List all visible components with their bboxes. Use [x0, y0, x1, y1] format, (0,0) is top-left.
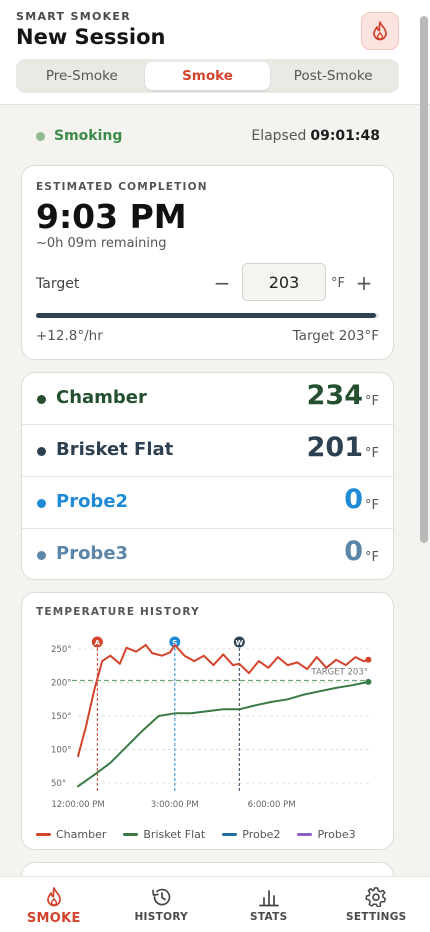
flame-icon [46, 887, 61, 907]
session-status: Smoking Elapsed 09:01:48 [36, 126, 380, 146]
series-end-point [365, 656, 372, 663]
flame-button[interactable] [361, 12, 399, 50]
probe-readings-card: Chamber 234 °F Brisket Flat 201 °F Probe… [21, 372, 394, 580]
target-temp-input[interactable] [242, 263, 326, 301]
tabbar-label: HISTORY [134, 911, 189, 923]
estimate-label: ESTIMATED COMPLETION [36, 181, 208, 193]
tab-post-smoke[interactable]: Post-Smoke [270, 62, 396, 90]
probe-row-probe3[interactable]: Probe3 0 °F [22, 529, 393, 581]
event-marker-label: A [95, 639, 101, 647]
legend-label: Probe2 [242, 828, 281, 841]
phase-tabs: Pre-Smoke Smoke Post-Smoke [16, 59, 399, 93]
temperature-history-chart[interactable]: 50° 100° 150° 200° 250° 12:00:00 PM 3:00:00 PM… [22, 625, 393, 821]
status-text: Smoking [54, 128, 123, 144]
probe-name: Probe2 [56, 491, 129, 512]
legend-label: Chamber [56, 828, 107, 841]
series-line-chamber [77, 644, 370, 758]
tabbar-label: SETTINGS [345, 911, 407, 923]
probe-temp: 234 [306, 380, 363, 411]
tabbar-label: SMOKE [26, 911, 81, 926]
probe-dot [37, 499, 46, 508]
legend-item: Chamber [36, 828, 106, 841]
tabbar-stats[interactable]: STATS [215, 877, 323, 932]
target-readout: Target 203°F [292, 328, 379, 344]
probe-name: Probe3 [56, 543, 129, 564]
tabbar-settings[interactable]: SETTINGS [323, 877, 430, 932]
chart-legend: Chamber Brisket Flat Probe2 Probe3 [36, 828, 373, 841]
legend-item: Brisket Flat [123, 828, 205, 841]
elapsed-timer: Elapsed 09:01:48 [251, 128, 380, 144]
bottom-tab-bar: SMOKE HISTORY STATS SETTINGS [0, 876, 430, 932]
legend-item: Probe2 [222, 828, 280, 841]
y-tick-label: 250° [51, 645, 71, 655]
probe-temp: 0 [344, 536, 363, 567]
legend-swatch [36, 833, 51, 836]
series-line-brisket-flat [77, 680, 370, 788]
probe-row-chamber[interactable]: Chamber 234 °F [22, 373, 393, 425]
temperature-history-card: TEMPERATURE HISTORY 50° 100° 150° 200° 250° 1… [21, 592, 394, 850]
history-icon [152, 888, 171, 906]
rise-rate: +12.8°/hr [36, 328, 103, 344]
target-label: Target [36, 276, 80, 292]
probe-temp: 201 [306, 432, 363, 463]
legend-item: Probe3 [297, 828, 356, 841]
y-tick-label: 200° [51, 679, 71, 689]
probe-row-probe2[interactable]: Probe2 0 °F [22, 477, 393, 529]
y-tick-label: 150° [51, 712, 71, 722]
history-label: TEMPERATURE HISTORY [36, 606, 200, 618]
x-tick-label: 6:00:00 PM [248, 800, 296, 810]
probe-unit: °F [365, 550, 379, 565]
x-tick-label: 3:00:00 PM [151, 800, 199, 810]
target-unit: °F [331, 276, 345, 291]
probe-dot [37, 551, 46, 560]
probe-unit: °F [365, 446, 379, 461]
increase-target-button[interactable]: + [354, 269, 374, 297]
tab-pre-smoke[interactable]: Pre-Smoke [19, 62, 145, 90]
probe-unit: °F [365, 394, 379, 409]
probe-row-brisket-flat[interactable]: Brisket Flat 201 °F [22, 425, 393, 477]
y-tick-label: 100° [51, 745, 71, 755]
completion-progress-bar [36, 313, 379, 318]
probe-dot [37, 447, 46, 456]
completion-time: 9:03 PM [36, 197, 187, 236]
scrollbar-track[interactable] [420, 16, 428, 924]
x-tick-label: 12:00:00 PM [51, 800, 104, 810]
status-dot [36, 131, 45, 141]
app-root: SMART SMOKER New Session Pre-Smoke Smoke… [0, 0, 430, 932]
time-remaining: ~0h 09m remaining [36, 236, 167, 251]
gear-icon [365, 887, 387, 907]
probe-unit: °F [365, 498, 379, 513]
y-tick-label: 50° [51, 779, 66, 789]
app-eyebrow: SMART SMOKER [16, 10, 132, 23]
target-line-label: TARGET 203° [310, 668, 368, 678]
tabbar-history[interactable]: HISTORY [108, 877, 216, 932]
flame-icon [373, 21, 387, 41]
elapsed-value: 09:01:48 [310, 128, 380, 144]
probe-dot [37, 395, 46, 404]
page-title: New Session [16, 25, 166, 49]
legend-label: Brisket Flat [143, 828, 206, 841]
legend-swatch [222, 833, 238, 836]
tabbar-smoke[interactable]: SMOKE [0, 877, 108, 932]
elapsed-label: Elapsed [251, 128, 307, 144]
stats-icon [258, 890, 279, 907]
series-end-point [365, 678, 372, 685]
legend-label: Probe3 [317, 828, 356, 841]
scrollbar-thumb[interactable] [420, 16, 428, 543]
tabbar-label: STATS [250, 911, 288, 923]
probe-name: Brisket Flat [56, 439, 174, 460]
event-marker-label: W [235, 639, 243, 647]
legend-swatch [297, 833, 313, 836]
completion-progress-fill [36, 313, 376, 318]
probe-temp: 0 [344, 484, 363, 515]
legend-swatch [123, 833, 139, 836]
estimated-completion-card: ESTIMATED COMPLETION 9:03 PM ~0h 09m rem… [21, 165, 394, 360]
decrease-target-button[interactable]: − [212, 269, 232, 297]
tab-smoke[interactable]: Smoke [144, 62, 271, 90]
probe-name: Chamber [56, 387, 147, 408]
header: SMART SMOKER New Session Pre-Smoke Smoke… [0, 0, 430, 105]
